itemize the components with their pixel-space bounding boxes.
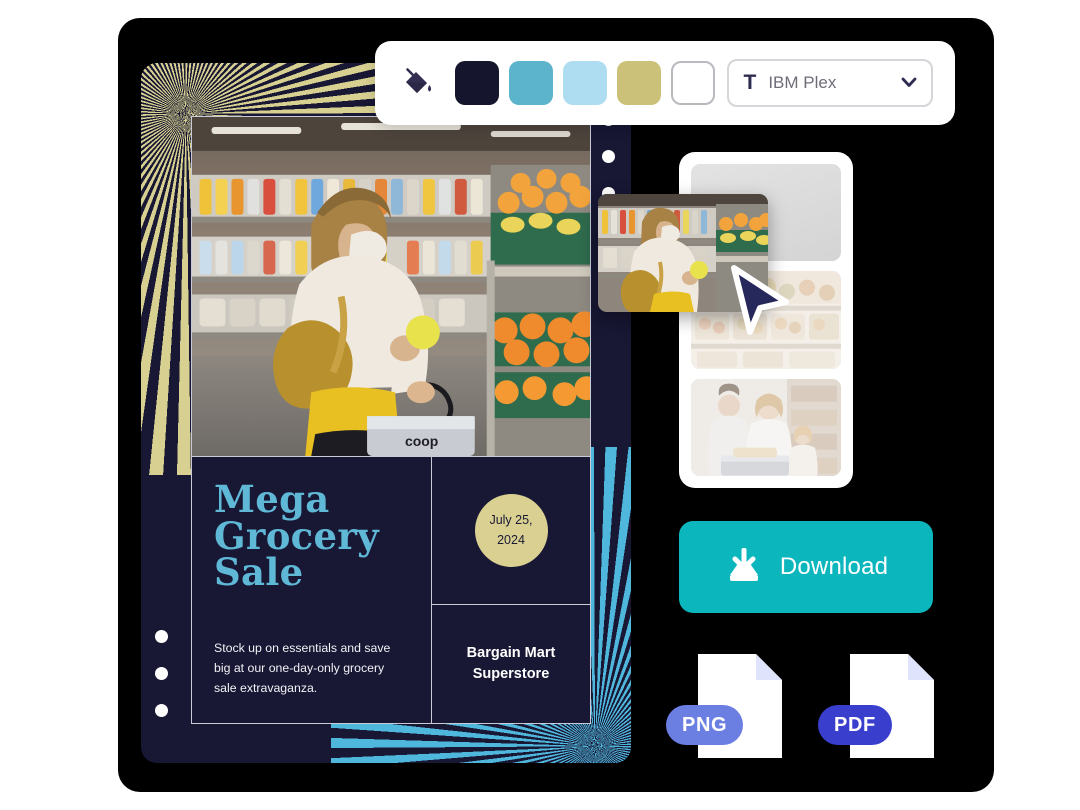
color-swatch-dark-navy[interactable]	[455, 61, 500, 105]
resize-handle[interactable]	[602, 150, 615, 163]
color-swatch-white[interactable]	[671, 61, 716, 105]
poster-date-cell: July 25, 2024	[432, 457, 590, 605]
poster-frame: coop Mega Grocery Sale Stock up on essen…	[191, 116, 591, 724]
poster-text-column: Mega Grocery Sale Stock up on essentials…	[192, 457, 432, 723]
poster-body-row: Mega Grocery Sale Stock up on essentials…	[192, 457, 590, 723]
date-line: 2024	[497, 532, 525, 547]
download-button[interactable]: Download	[679, 521, 933, 613]
svg-text:coop: coop	[405, 433, 438, 449]
color-swatch-teal-blue[interactable]	[509, 61, 554, 105]
chevron-down-icon[interactable]	[901, 75, 917, 92]
resize-handle[interactable]	[155, 704, 168, 717]
cursor-arrow-icon	[724, 262, 794, 338]
font-family-value: IBM Plex	[768, 73, 837, 92]
poster-date-badge: July 25, 2024	[474, 494, 548, 567]
poster-description: Stock up on essentials and save big at o…	[214, 641, 391, 696]
thumbnail-slot-family[interactable]	[691, 378, 841, 476]
text-tool-icon: T	[743, 71, 757, 94]
poster-hero-image[interactable]: coop	[192, 117, 590, 457]
download-label: Download	[779, 553, 889, 580]
resize-handle[interactable]	[155, 630, 168, 643]
screen-root: coop Mega Grocery Sale Stock up on essen…	[0, 0, 1080, 810]
brand-line: Bargain Mart	[466, 644, 556, 661]
resize-handle[interactable]	[155, 667, 168, 680]
poster-title-line: Grocery	[214, 513, 379, 558]
color-swatch-khaki-gold[interactable]	[617, 61, 662, 105]
color-swatch-light-blue[interactable]	[563, 61, 608, 105]
brand-line: Superstore	[472, 666, 550, 682]
poster-title: Mega Grocery Sale	[214, 481, 409, 591]
file-format-label-png: PNG	[666, 705, 744, 745]
canvas-handles-right[interactable]	[602, 113, 615, 200]
paint-bucket-icon[interactable]	[397, 62, 437, 104]
poster-side-column: July 25, 2024 Bargain Mart Superstore	[432, 457, 590, 723]
poster-brand-name: Bargain Mart Superstore	[467, 643, 556, 685]
poster-brand-cell: Bargain Mart Superstore	[432, 605, 590, 723]
file-format-pdf[interactable]: PDF	[818, 648, 940, 764]
canvas-handles-left[interactable]	[155, 630, 168, 717]
file-format-png[interactable]: PNG	[666, 648, 788, 764]
file-format-label-pdf: PDF	[818, 705, 892, 745]
style-toolbar: T IBM Plex	[375, 41, 955, 125]
poster-title-line: Sale	[214, 550, 304, 595]
poster-canvas[interactable]: coop Mega Grocery Sale Stock up on essen…	[141, 63, 631, 763]
download-icon	[724, 547, 764, 587]
date-line: July 25,	[489, 513, 533, 528]
poster-title-line: Mega	[214, 477, 330, 521]
color-swatch-row	[455, 61, 716, 105]
font-family-select[interactable]: T IBM Plex	[727, 59, 933, 107]
